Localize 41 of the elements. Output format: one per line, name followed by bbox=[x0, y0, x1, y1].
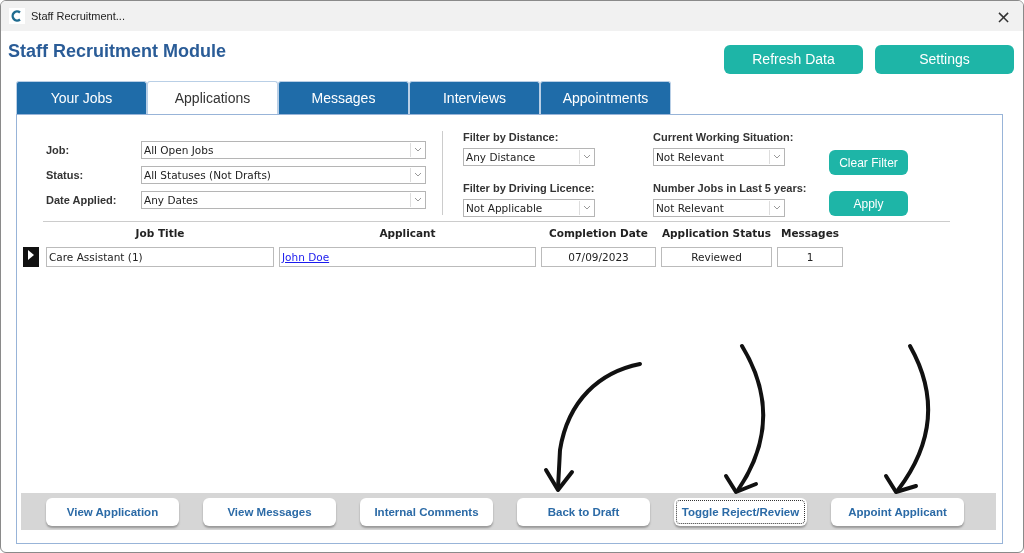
tab[interactable]: Appointments bbox=[540, 81, 671, 114]
action-button[interactable]: View Application bbox=[46, 497, 179, 526]
applicant-link[interactable]: John Doe bbox=[282, 251, 330, 263]
filter-label: Current Working Situation: bbox=[653, 130, 795, 145]
record-selector[interactable] bbox=[23, 247, 39, 267]
filter-label: Filter by Driving Licence: bbox=[463, 181, 596, 196]
dropdown-field[interactable]: Any Dates bbox=[141, 191, 426, 209]
dropdown-field[interactable]: All Open Jobs bbox=[141, 141, 426, 159]
filter-label: Date Applied: bbox=[46, 193, 118, 208]
tab[interactable]: Your Jobs bbox=[16, 81, 147, 114]
filter-label: Status: bbox=[46, 168, 85, 183]
dropdown-field[interactable]: All Statuses (Not Drafts) bbox=[141, 166, 426, 184]
column-header: Completion Date bbox=[548, 227, 649, 241]
window-title: Staff Recruitment... bbox=[31, 10, 126, 22]
tab[interactable]: Messages bbox=[278, 81, 409, 114]
table-cell: Reviewed bbox=[661, 247, 772, 267]
triangle-icon bbox=[28, 250, 34, 260]
action-button[interactable]: Internal Comments bbox=[360, 497, 493, 526]
action-button[interactable]: View Messages bbox=[203, 497, 336, 526]
module-title: Staff Recruitment Module bbox=[8, 40, 227, 62]
column-header: Job Title bbox=[134, 227, 186, 241]
app-logo-icon bbox=[9, 8, 25, 24]
filter-label: Filter by Distance: bbox=[463, 130, 560, 145]
dropdown-field[interactable]: Not Relevant bbox=[653, 199, 785, 217]
close-button[interactable]: × bbox=[991, 5, 1015, 27]
table-cell: 07/09/2023 bbox=[541, 247, 656, 267]
dropdown-field[interactable]: Not Applicable bbox=[463, 199, 595, 217]
table-cell: Care Assistant (1) bbox=[46, 247, 274, 267]
tab[interactable]: Interviews bbox=[409, 81, 540, 114]
table-cell: 1 bbox=[777, 247, 843, 267]
action-button[interactable]: Back to Draft bbox=[517, 497, 650, 526]
action-button[interactable]: Appoint Applicant bbox=[831, 497, 964, 526]
filter-label: Job: bbox=[46, 143, 71, 158]
tab[interactable]: Applications bbox=[147, 81, 278, 114]
column-header: Application Status bbox=[661, 227, 772, 241]
column-header: Applicant bbox=[378, 227, 437, 241]
filter-label: Number Jobs in Last 5 years: bbox=[653, 181, 808, 196]
dropdown-field[interactable]: Any Distance bbox=[463, 148, 595, 166]
column-header: Messages bbox=[779, 227, 840, 241]
action-button[interactable]: Toggle Reject/Review bbox=[674, 497, 807, 526]
dropdown-field[interactable]: Not Relevant bbox=[653, 148, 785, 166]
